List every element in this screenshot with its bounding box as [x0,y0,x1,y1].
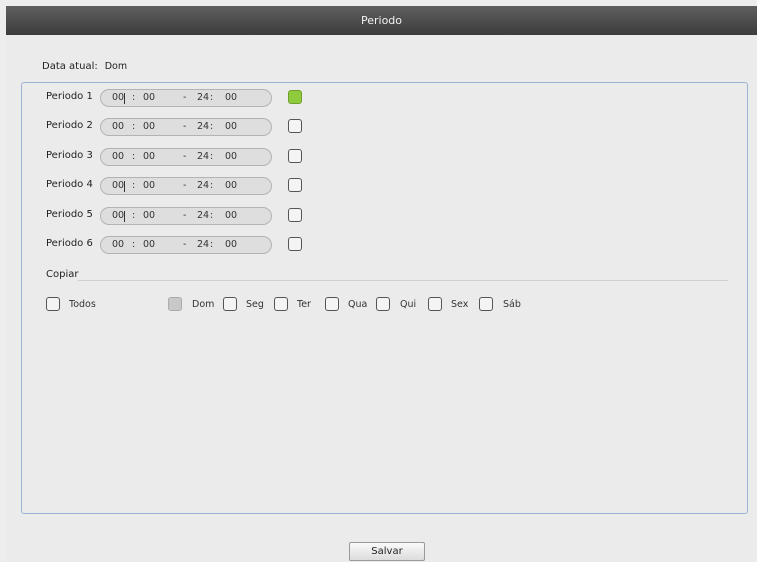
colon: : [132,239,136,250]
colon: : [210,151,214,162]
period-label: Periodo 2 [46,120,93,131]
period-enable-checkbox[interactable] [288,237,302,251]
window-title: Periodo [360,14,403,27]
dash: - [183,151,187,162]
dash: - [183,239,187,250]
end-hour[interactable]: 24 [197,180,209,191]
time-range-input[interactable]: 00 : 00 - 24 : 00 [100,236,272,254]
colon: : [132,180,136,191]
colon: : [132,151,136,162]
end-hour[interactable]: 24 [197,239,209,250]
dash: - [183,210,187,221]
start-hour[interactable]: 00 [112,210,124,221]
time-range-input[interactable]: 00 : 00 - 24 : 00 [100,89,272,107]
current-date-label: Data atual: [42,61,98,72]
copy-day-sex-checkbox[interactable] [428,297,442,311]
period-label: Periodo 6 [46,238,93,249]
colon: : [210,180,214,191]
period-enable-checkbox[interactable] [288,119,302,133]
copy-label: Copiar [46,269,79,280]
copy-day-qua-checkbox[interactable] [325,297,339,311]
start-minute[interactable]: 00 [143,151,155,162]
start-hour[interactable]: 00 [112,92,124,103]
text-cursor [124,211,125,222]
end-hour[interactable]: 24 [197,92,209,103]
start-hour[interactable]: 00 [112,121,124,132]
time-range-input[interactable]: 00 : 00 - 24 : 00 [100,148,272,166]
current-date-value: Dom [104,61,128,72]
copy-day-seg-label: Seg [246,299,264,310]
copy-day-sex-label: Sex [451,299,469,310]
copy-day-qui-checkbox[interactable] [376,297,390,311]
start-hour[interactable]: 00 [112,239,124,250]
text-cursor [124,181,125,192]
end-hour[interactable]: 24 [197,121,209,132]
copy-day-ter-checkbox[interactable] [274,297,288,311]
end-minute[interactable]: 00 [225,210,237,221]
copy-day-seg-checkbox[interactable] [223,297,237,311]
dash: - [183,121,187,132]
period-label: Periodo 1 [46,91,93,102]
current-date: Data atual: Dom [42,61,127,72]
copy-day-sab-label: Sáb [503,299,521,310]
end-hour[interactable]: 24 [197,151,209,162]
time-range-input[interactable]: 00 : 00 - 24 : 00 [100,207,272,225]
colon: : [132,92,136,103]
end-hour[interactable]: 24 [197,210,209,221]
copy-day-qui-label: Qui [400,299,417,310]
copy-divider [78,280,728,281]
copy-all-label: Todos [69,299,96,310]
end-minute[interactable]: 00 [225,92,237,103]
period-enable-checkbox[interactable] [288,178,302,192]
time-range-input[interactable]: 00 : 00 - 24 : 00 [100,177,272,195]
colon: : [210,210,214,221]
copy-all-checkbox[interactable] [46,297,60,311]
copy-day-dom-label: Dom [192,299,215,310]
end-minute[interactable]: 00 [225,121,237,132]
start-minute[interactable]: 00 [143,180,155,191]
dash: - [183,92,187,103]
window-title-bar: Periodo [6,6,757,35]
start-minute[interactable]: 00 [143,239,155,250]
start-minute[interactable]: 00 [143,92,155,103]
copy-day-qua-label: Qua [348,299,368,310]
save-button[interactable]: Salvar [349,542,425,561]
copy-day-sab-checkbox[interactable] [479,297,493,311]
end-minute[interactable]: 00 [225,180,237,191]
copy-day-ter-label: Ter [297,299,311,310]
colon: : [132,210,136,221]
end-minute[interactable]: 00 [225,151,237,162]
colon: : [210,239,214,250]
colon: : [210,121,214,132]
period-label: Periodo 5 [46,209,93,220]
time-range-input[interactable]: 00 : 00 - 24 : 00 [100,118,272,136]
start-hour[interactable]: 00 [112,180,124,191]
period-enable-checkbox[interactable] [288,208,302,222]
start-hour[interactable]: 00 [112,151,124,162]
period-label: Periodo 3 [46,150,93,161]
start-minute[interactable]: 00 [143,121,155,132]
text-cursor [124,93,125,104]
copy-day-dom-checkbox[interactable] [168,297,182,311]
period-enable-checkbox[interactable] [288,90,302,104]
dash: - [183,180,187,191]
colon: : [210,92,214,103]
colon: : [132,121,136,132]
start-minute[interactable]: 00 [143,210,155,221]
period-enable-checkbox[interactable] [288,149,302,163]
period-label: Periodo 4 [46,179,93,190]
end-minute[interactable]: 00 [225,239,237,250]
